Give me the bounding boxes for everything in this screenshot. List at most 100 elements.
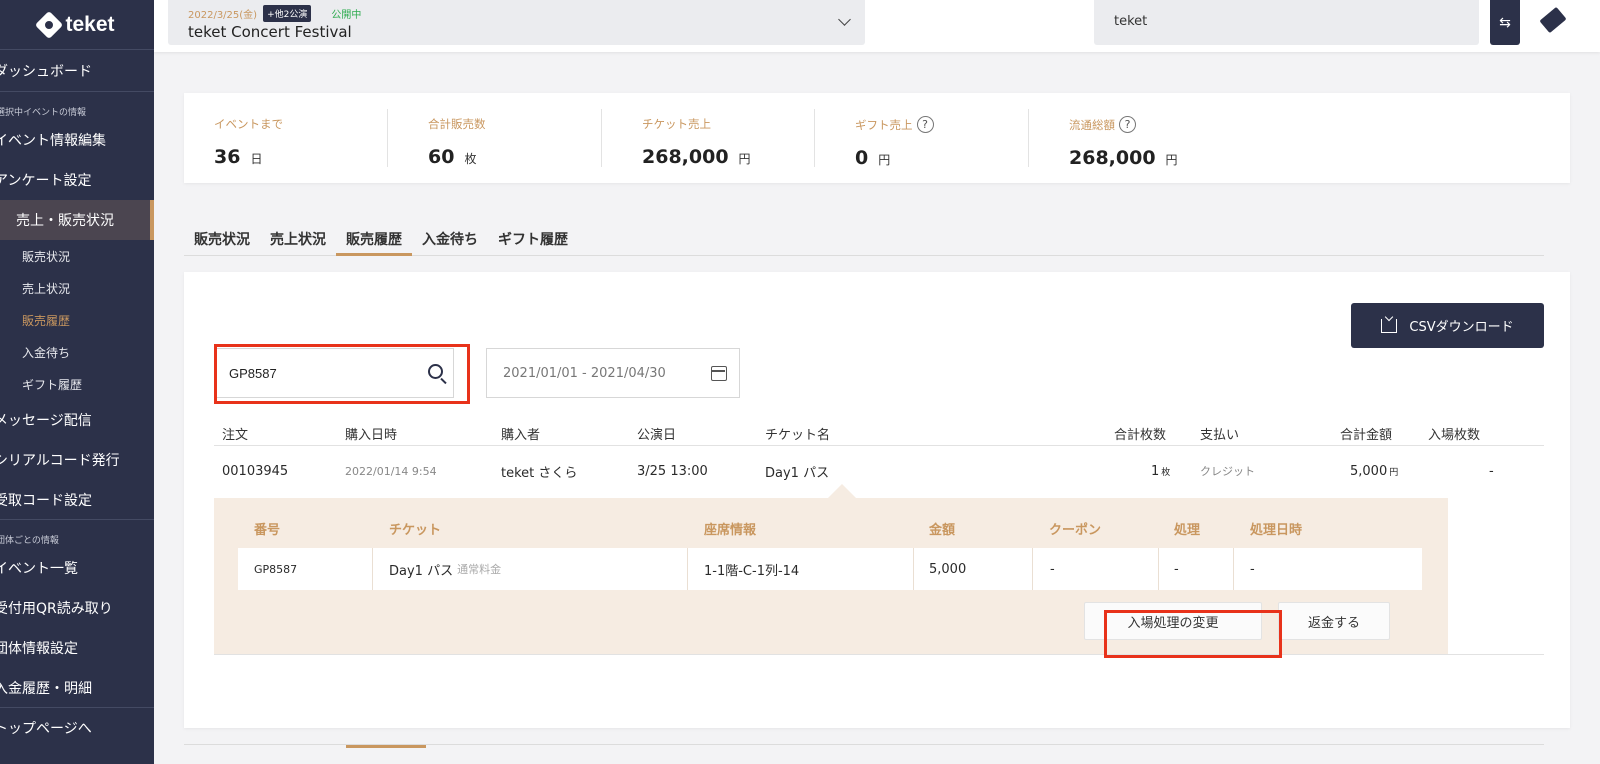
ticket-count: 1	[1151, 463, 1160, 479]
sidebar-item-top[interactable]: トップページへ	[0, 708, 154, 748]
tab-awaiting-payment[interactable]: 入金待ち	[412, 224, 488, 256]
ticket-price: 5,000	[929, 561, 967, 577]
entered-count: -	[1489, 463, 1494, 479]
stat-divider	[1028, 109, 1029, 167]
active-tab-marker	[346, 745, 426, 748]
csv-download-button[interactable]: CSVダウンロード	[1351, 303, 1544, 348]
sidebar-item-event-edit[interactable]: イベント情報編集	[0, 120, 154, 160]
ticket-name: Day1 パス	[765, 465, 830, 481]
column-header: チケット名	[765, 428, 831, 443]
chevron-down-icon	[838, 13, 851, 26]
order-number: 00103945	[222, 463, 289, 479]
sales-history-panel: CSVダウンロード 2021/01/01 - 2021/04/30 注文 購入日…	[184, 272, 1570, 728]
stat-label: チケット売上	[642, 117, 711, 131]
stat-value: 36	[214, 146, 241, 168]
date-range-picker[interactable]: 2021/01/01 - 2021/04/30	[486, 348, 740, 398]
organization-name: teket	[1114, 14, 1148, 29]
sidebar-sub-awaiting-payment[interactable]: 入金待ち	[0, 336, 154, 368]
order-detail-panel: 番号 チケット 座席情報 金額 クーポン 処理 処理日時 GP8587 Day1…	[214, 498, 1448, 654]
tab-sales-status[interactable]: 販売状況	[184, 224, 260, 256]
stat-divider	[814, 109, 815, 167]
stat-unit: 円	[878, 153, 891, 167]
order-table-header: 注文 購入日時 購入者 公演日 チケット名 合計枚数 支払い 合計金額 入場枚数	[214, 418, 1544, 446]
stat-gross-volume: 流通総額 ? 268,000 円	[1039, 109, 1259, 169]
ticket-icon[interactable]	[1539, 6, 1567, 34]
switch-organization-button[interactable]: ⇆	[1490, 0, 1520, 45]
swap-icon: ⇆	[1499, 14, 1511, 31]
sidebar-item-payment[interactable]: 入金履歴・明細	[0, 668, 154, 708]
tab-revenue-status[interactable]: 売上状況	[260, 224, 336, 256]
sidebar-item-qr[interactable]: 受付用QR読み取り	[0, 588, 154, 628]
event-date: 2022/3/25(金)	[188, 10, 258, 21]
column-header: クーポン	[1049, 522, 1102, 538]
help-icon[interactable]: ?	[1119, 116, 1136, 133]
sidebar-item-survey[interactable]: アンケート設定	[0, 160, 154, 200]
sidebar-item-serial[interactable]: シリアルコード発行	[0, 440, 154, 480]
sidebar-item-dashboard[interactable]: ダッシュボード	[0, 50, 154, 92]
search-field[interactable]	[214, 348, 454, 398]
date-range-value: 2021/01/01 - 2021/04/30	[503, 365, 666, 381]
change-entry-button[interactable]: 入場処理の変更	[1084, 602, 1262, 640]
column-header: 金額	[929, 522, 956, 538]
column-header: 処理日時	[1250, 522, 1303, 538]
detail-table-header: 番号 チケット 座席情報 金額 クーポン 処理 処理日時	[214, 516, 1448, 540]
organization-selector[interactable]: teket	[1094, 0, 1479, 45]
detail-ticket-name: Day1 パス	[389, 563, 454, 579]
stat-value: 268,000	[642, 146, 729, 168]
stat-value: 60	[428, 146, 455, 168]
column-header: 合計金額	[1340, 428, 1393, 443]
detail-pointer	[828, 484, 856, 498]
stats-summary: イベントまで 36 日 合計販売数 60 枚 チケット売上 268,000 円 …	[184, 93, 1570, 183]
ticket-count-unit: 枚	[1161, 467, 1171, 478]
column-header: 購入日時	[345, 428, 398, 443]
sidebar-item-event-list[interactable]: イベント一覧	[0, 548, 154, 588]
sidebar-item-message[interactable]: メッセージ配信	[0, 400, 154, 440]
teket-logo-icon	[35, 10, 64, 39]
column-header: チケット	[389, 522, 442, 538]
total-amount: 5,000	[1350, 463, 1388, 479]
processed-at-value: -	[1250, 561, 1255, 577]
tab-gift-history[interactable]: ギフト履歴	[488, 224, 578, 256]
sidebar-sub-sales-status[interactable]: 販売状況	[0, 240, 154, 272]
refund-button[interactable]: 返金する	[1278, 602, 1390, 640]
stat-label: イベントまで	[214, 117, 283, 131]
event-name: teket Concert Festival	[188, 23, 352, 41]
column-header: 注文	[222, 428, 249, 443]
logo[interactable]: teket	[0, 0, 154, 50]
cell-divider	[913, 548, 914, 590]
column-header: 入場枚数	[1428, 428, 1481, 443]
stat-unit: 円	[738, 152, 751, 166]
stat-gift-sales: ギフト売上 ? 0 円	[825, 109, 1025, 169]
total-amount-unit: 円	[1389, 467, 1399, 478]
sidebar-sub-revenue-status[interactable]: 売上状況	[0, 272, 154, 304]
payment-method: クレジット	[1200, 465, 1255, 478]
bottom-tabs-clipped	[184, 744, 1544, 764]
event-selector[interactable]: 2022/3/25(金) +他2公演 公開中 teket Concert Fes…	[168, 0, 865, 45]
event-meta: 2022/3/25(金) +他2公演 公開中	[188, 5, 361, 22]
tab-sales-history[interactable]: 販売履歴	[336, 224, 412, 256]
sidebar-item-sales[interactable]: 売上・販売状況	[0, 200, 154, 240]
cell-divider	[372, 548, 373, 590]
stat-divider	[387, 109, 388, 167]
sidebar-sub-gift-history[interactable]: ギフト履歴	[0, 368, 154, 400]
seat-info: 1-1階-C-1列-14	[704, 563, 800, 579]
stat-unit: 枚	[464, 152, 477, 166]
column-header: 合計枚数	[1114, 428, 1167, 443]
event-status-badge: 公開中	[331, 10, 362, 21]
table-divider	[214, 654, 1544, 655]
help-icon[interactable]: ?	[916, 116, 934, 133]
cell-divider	[687, 548, 688, 590]
search-input[interactable]	[229, 365, 429, 381]
sidebar-sub-sales-history[interactable]: 販売履歴	[0, 304, 154, 336]
sidebar: teket ダッシュボード 選択中イベントの情報 イベント情報編集 アンケート設…	[0, 0, 154, 764]
search-icon[interactable]	[428, 364, 443, 379]
calendar-icon[interactable]	[711, 366, 727, 381]
table-row[interactable]: 00103945 2022/01/14 9:54 teket さくら 3/25 …	[214, 446, 1544, 496]
stat-days-until: イベントまで 36 日	[184, 109, 384, 168]
stat-unit: 日	[250, 152, 263, 166]
stat-label: ギフト売上	[855, 117, 913, 132]
process-value: -	[1174, 561, 1179, 577]
sidebar-item-receive-code[interactable]: 受取コード設定	[0, 480, 154, 520]
sidebar-item-org-settings[interactable]: 団体情報設定	[0, 628, 154, 668]
cell-divider	[1233, 548, 1234, 590]
